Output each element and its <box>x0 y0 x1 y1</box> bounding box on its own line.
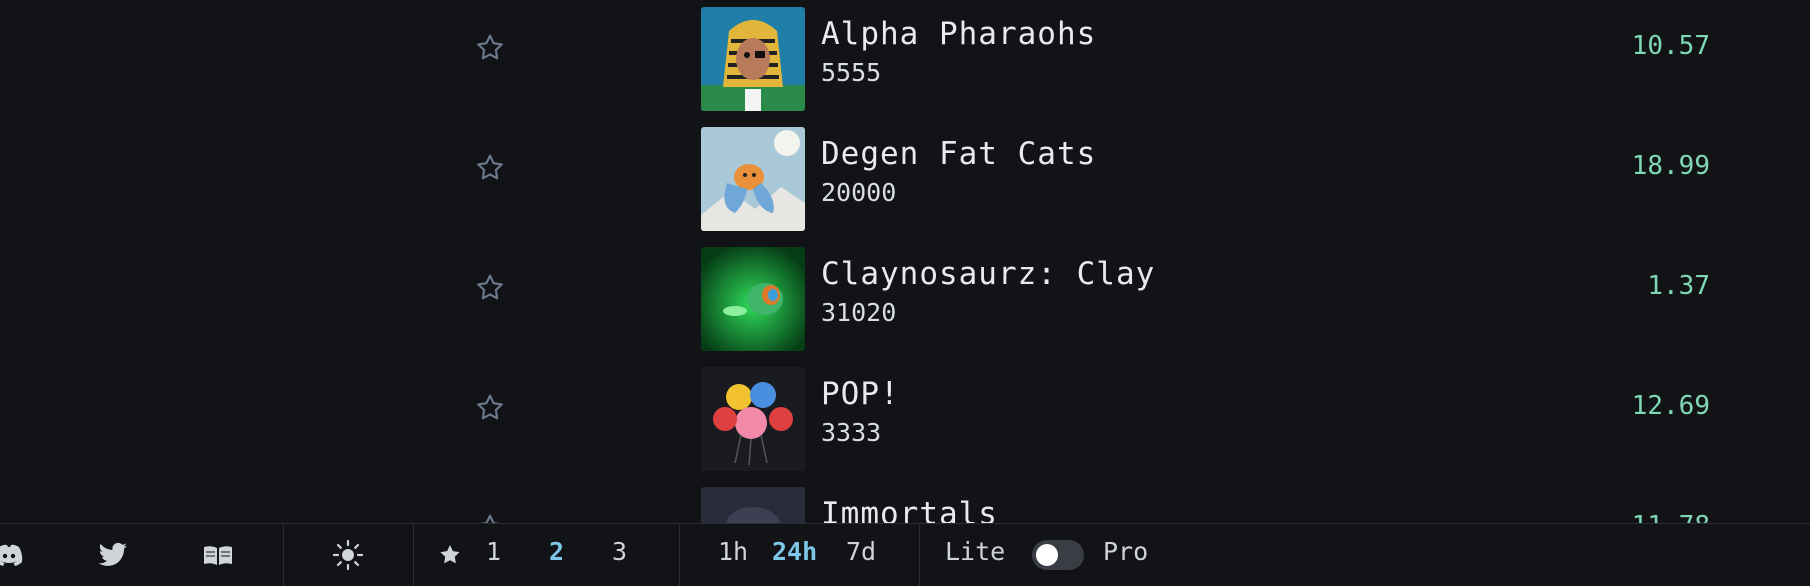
favorites-tab-1[interactable]: 1 <box>486 537 501 566</box>
collection-list: Alpha Pharaohs 5555 10.57 Degen Fat Cats… <box>0 0 1810 523</box>
collection-price: 10.57 <box>1631 31 1710 61</box>
collection-supply: 20000 <box>821 178 897 207</box>
collection-name[interactable]: Immortals <box>821 496 998 523</box>
collection-name[interactable]: Degen Fat Cats <box>821 136 1096 172</box>
favorite-star-icon[interactable] <box>470 508 510 523</box>
collection-supply: 31020 <box>821 298 897 327</box>
collection-name[interactable]: POP! <box>821 376 900 412</box>
toggle-knob <box>1036 544 1058 566</box>
collection-thumbnail[interactable] <box>701 7 805 111</box>
favorite-star-icon[interactable] <box>470 268 510 308</box>
collection-supply: 5555 <box>821 58 882 87</box>
collection-thumbnail[interactable] <box>701 127 805 231</box>
collection-row-alpha-pharaohs[interactable]: Alpha Pharaohs 5555 10.57 <box>0 0 1810 120</box>
sun-icon[interactable] <box>331 538 365 572</box>
collection-row-claynosaurz-clay[interactable]: Claynosaurz: Clay 31020 1.37 <box>0 240 1810 360</box>
collection-thumbnail[interactable] <box>701 247 805 351</box>
collection-name[interactable]: Alpha Pharaohs <box>821 16 1096 52</box>
time-range-1h[interactable]: 1h <box>718 537 748 566</box>
mode-lite-label[interactable]: Lite <box>945 537 1005 566</box>
collection-supply: 3333 <box>821 418 882 447</box>
favorite-star-icon[interactable] <box>470 28 510 68</box>
collection-row-pop[interactable]: POP! 3333 12.69 <box>0 360 1810 480</box>
collection-price: 18.99 <box>1631 151 1710 181</box>
collection-price: 11.78 <box>1632 511 1710 523</box>
collection-price: 1.37 <box>1647 271 1710 301</box>
collection-thumbnail[interactable] <box>701 367 805 471</box>
time-range-24h[interactable]: 24h <box>772 537 817 566</box>
favorite-star-icon[interactable] <box>470 148 510 188</box>
favorites-tab-2[interactable]: 2 <box>549 537 564 566</box>
time-range-7d[interactable]: 7d <box>846 537 876 566</box>
favorites-tab-3[interactable]: 3 <box>612 537 627 566</box>
footer-toolbar: 1 2 3 1h 24h 7d Lite Pro <box>0 523 1810 586</box>
discord-icon[interactable] <box>0 538 26 572</box>
footer-divider <box>679 524 680 586</box>
collection-row-degen-fat-cats[interactable]: Degen Fat Cats 20000 18.99 <box>0 120 1810 240</box>
mode-toggle[interactable] <box>1032 540 1084 570</box>
favorite-star-icon[interactable] <box>470 388 510 428</box>
footer-divider <box>919 524 920 586</box>
collection-name[interactable]: Claynosaurz: Clay <box>821 256 1155 292</box>
book-icon[interactable] <box>201 538 235 572</box>
collection-thumbnail[interactable] <box>701 487 805 523</box>
star-icon <box>433 538 467 572</box>
twitter-icon[interactable] <box>96 538 130 572</box>
footer-divider <box>413 524 414 586</box>
collection-price: 12.69 <box>1631 391 1710 421</box>
mode-pro-label[interactable]: Pro <box>1103 537 1148 566</box>
collection-row-immortals[interactable]: Immortals 11.78 <box>0 480 1810 523</box>
footer-divider <box>283 524 284 586</box>
